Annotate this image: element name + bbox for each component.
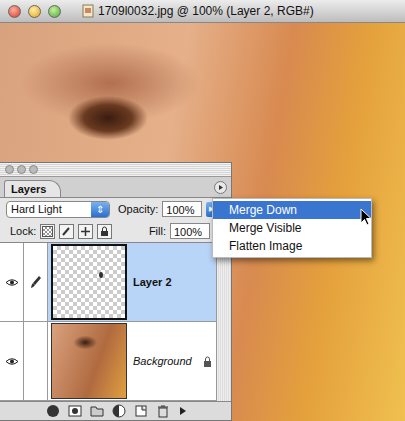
eye-icon	[5, 357, 19, 366]
menu-item[interactable]: Flatten Image	[213, 237, 371, 255]
palette-close-button[interactable]	[5, 165, 14, 174]
lock-transparency-icon[interactable]	[40, 224, 55, 239]
link-cell[interactable]	[24, 322, 48, 400]
lock-position-icon[interactable]	[78, 224, 93, 239]
palette-minimize-button[interactable]	[17, 165, 26, 174]
link-cell[interactable]	[24, 243, 48, 321]
folder-icon[interactable]	[90, 404, 104, 418]
lock-all-icon[interactable]	[97, 224, 112, 239]
menu-item[interactable]: Merge Down	[213, 201, 371, 219]
palette-zoom-button[interactable]	[29, 165, 38, 174]
lock-image-icon[interactable]	[59, 224, 74, 239]
layer-style-icon[interactable]	[46, 404, 60, 418]
layer-row[interactable]: Layer 2	[0, 243, 216, 322]
layer-thumbnail	[51, 244, 127, 320]
fill-label: Fill:	[149, 225, 166, 237]
palette-menu: Merge DownMerge VisibleFlatten Image	[212, 198, 372, 258]
lock-row: Lock:Fill:100%▶	[0, 220, 231, 242]
layers-palette: LayersHard Light⇕Opacity:100%▶Lock:Fill:…	[0, 162, 232, 421]
dropdown-arrow-icon: ⇕	[91, 202, 109, 217]
trash-icon[interactable]	[156, 404, 170, 418]
document-window: 1709l0032.jpg @ 100% (Layer 2, RGB#) Laye…	[0, 0, 405, 421]
window-title: 1709l0032.jpg @ 100% (Layer 2, RGB#)	[98, 4, 314, 18]
new-layer-icon[interactable]	[134, 404, 148, 418]
zoom-button[interactable]	[48, 5, 61, 18]
title-bar: 1709l0032.jpg @ 100% (Layer 2, RGB#)	[0, 0, 405, 23]
close-button[interactable]	[8, 5, 21, 18]
layer-mask-icon[interactable]	[68, 404, 82, 418]
options-row: Hard Light⇕Opacity:100%▶	[0, 198, 231, 220]
visibility-toggle[interactable]	[0, 322, 24, 400]
menu-item[interactable]: Merge Visible	[213, 219, 371, 237]
scrollbar[interactable]	[216, 243, 231, 401]
tab-row: Layers	[0, 177, 231, 198]
palette-title-bar[interactable]	[0, 163, 231, 177]
layers-tab[interactable]: Layers	[4, 180, 61, 197]
document-icon	[82, 4, 94, 18]
opacity-label: Opacity:	[118, 203, 158, 215]
palette-menu-button[interactable]	[214, 181, 227, 194]
palette-toolbar	[0, 401, 231, 420]
lock-label: Lock:	[10, 225, 36, 237]
adjustment-layer-icon[interactable]	[112, 404, 126, 418]
minimize-button[interactable]	[28, 5, 41, 18]
fill-field[interactable]: 100%	[170, 223, 210, 239]
brush-icon	[30, 275, 42, 289]
resize-arrow-icon[interactable]	[178, 406, 188, 416]
opacity-field[interactable]: 100%	[162, 201, 202, 217]
layer-name: Layer 2	[133, 276, 172, 288]
blend-mode-select[interactable]: Hard Light⇕	[6, 201, 110, 218]
menu-arrow-icon	[214, 181, 227, 194]
layer-row[interactable]: Background	[0, 322, 216, 401]
visibility-toggle[interactable]	[0, 243, 24, 321]
layer-thumbnail	[51, 323, 127, 399]
layer-name: Background	[133, 355, 192, 367]
eye-icon	[5, 278, 19, 287]
layers-list: Layer 2 Background	[0, 242, 231, 401]
cursor-arrow-icon	[360, 208, 372, 226]
lock-icon	[203, 356, 212, 367]
